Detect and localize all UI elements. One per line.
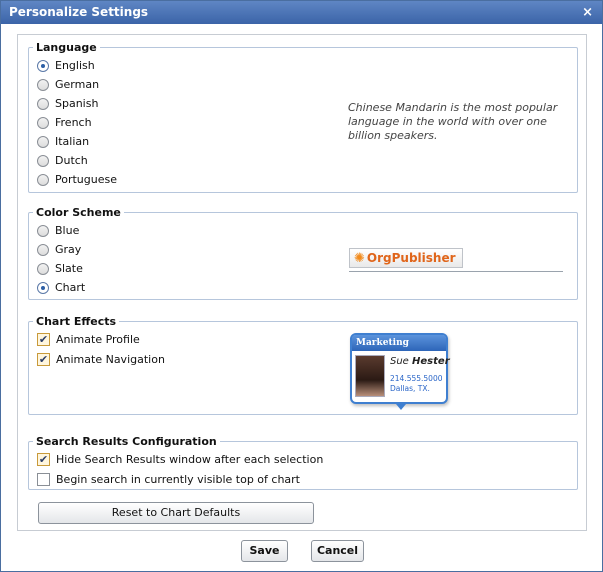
card-location: Dallas, TX.: [390, 384, 430, 393]
first-name: Sue: [390, 356, 409, 367]
radio-button[interactable]: [37, 154, 49, 167]
radio-button[interactable]: [37, 262, 49, 275]
card-title: Marketing Director: [352, 335, 446, 364]
settings-panel: Language English German Spanish French I…: [17, 34, 587, 531]
checkbox[interactable]: ✔: [37, 333, 50, 346]
radio-button[interactable]: [37, 97, 49, 110]
option-label: Dutch: [55, 154, 88, 167]
dialog-body: Language English German Spanish French I…: [1, 24, 602, 571]
color-option-gray[interactable]: Gray: [37, 243, 81, 256]
card-name: Sue Hester: [390, 356, 450, 367]
option-label: Blue: [55, 224, 80, 237]
color-scheme-preview: ✺ OrgPublisher: [349, 247, 563, 272]
option-label: Animate Navigation: [56, 353, 165, 366]
radio-button[interactable]: [37, 78, 49, 91]
option-label: Portuguese: [55, 173, 117, 186]
option-label: Spanish: [55, 97, 99, 110]
option-label: Italian: [55, 135, 90, 148]
color-option-blue[interactable]: Blue: [37, 224, 79, 237]
close-icon[interactable]: ×: [582, 1, 593, 24]
language-option-italian[interactable]: Italian: [37, 135, 89, 148]
animate-profile-option[interactable]: ✔ Animate Profile: [37, 333, 140, 346]
profile-photo: [355, 355, 385, 397]
checkbox[interactable]: ✔: [37, 353, 50, 366]
radio-button[interactable]: [37, 281, 49, 294]
option-label: Chart: [55, 281, 86, 294]
radio-button[interactable]: [37, 59, 49, 72]
language-option-german[interactable]: German: [37, 78, 99, 91]
title-bar[interactable]: Personalize Settings ×: [1, 1, 602, 24]
option-label: French: [55, 116, 92, 129]
option-label: Begin search in currently visible top of…: [56, 473, 300, 486]
language-legend: Language: [36, 41, 97, 54]
language-option-french[interactable]: French: [37, 116, 92, 129]
profile-card-preview: Marketing Director Sue Hester 214.555.50…: [350, 333, 450, 410]
checkbox[interactable]: [37, 473, 50, 486]
checkbox[interactable]: ✔: [37, 453, 50, 466]
option-label: Animate Profile: [56, 333, 140, 346]
color-option-slate[interactable]: Slate: [37, 262, 83, 275]
cancel-button[interactable]: Cancel: [311, 540, 364, 562]
radio-button[interactable]: [37, 116, 49, 129]
option-label: Gray: [55, 243, 82, 256]
language-fact-note: Chinese Mandarin is the most popular lan…: [348, 101, 558, 142]
option-label: Hide Search Results window after each se…: [56, 453, 324, 466]
orgpublisher-logo: ✺ OrgPublisher: [349, 248, 463, 268]
last-name: Hester: [412, 356, 450, 367]
begin-search-top-option[interactable]: Begin search in currently visible top of…: [37, 473, 300, 486]
chart-effects-legend: Chart Effects: [36, 315, 117, 328]
language-option-portuguese[interactable]: Portuguese: [37, 173, 117, 186]
option-label: English: [55, 59, 95, 72]
color-scheme-legend: Color Scheme: [36, 206, 121, 219]
logo-text: OrgPublisher: [366, 251, 456, 265]
option-label: Slate: [55, 262, 83, 275]
card-pointer: [396, 404, 406, 410]
radio-button[interactable]: [37, 224, 49, 237]
animate-navigation-option[interactable]: ✔ Animate Navigation: [37, 353, 165, 366]
option-label: German: [55, 78, 100, 91]
card-phone: 214.555.5000: [390, 374, 443, 383]
personalize-settings-dialog: Personalize Settings × Language English …: [0, 0, 603, 572]
radio-button[interactable]: [37, 135, 49, 148]
search-results-legend: Search Results Configuration: [36, 435, 217, 448]
hide-search-results-option[interactable]: ✔ Hide Search Results window after each …: [37, 453, 323, 466]
reset-defaults-button[interactable]: Reset to Chart Defaults: [38, 502, 314, 524]
radio-button[interactable]: [37, 243, 49, 256]
language-option-english[interactable]: English: [37, 59, 95, 72]
language-option-dutch[interactable]: Dutch: [37, 154, 88, 167]
dialog-title: Personalize Settings: [9, 5, 149, 19]
save-button[interactable]: Save: [241, 540, 288, 562]
radio-button[interactable]: [37, 173, 49, 186]
color-option-chart[interactable]: Chart: [37, 281, 85, 294]
sun-icon: ✺: [354, 250, 365, 266]
language-option-spanish[interactable]: Spanish: [37, 97, 98, 110]
